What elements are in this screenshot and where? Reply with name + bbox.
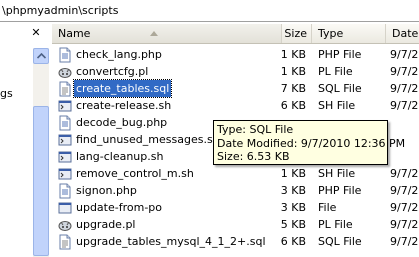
file-date: 9/7/20 [390, 167, 419, 180]
file-name: decode_bug.php [76, 116, 168, 129]
file-size: 1 KB [280, 65, 306, 78]
generic-file-icon [58, 202, 72, 214]
file-name: lang-cleanup.sh [76, 150, 164, 163]
type-column-header[interactable]: Type [312, 24, 386, 43]
address-path: \phpmyadmin\scripts [2, 4, 119, 17]
file-date: 9/7/20 [390, 48, 419, 61]
file-type: SQL File [318, 235, 362, 248]
sql-file-icon [59, 234, 71, 250]
file-name: find_unused_messages.sh [76, 133, 220, 146]
name-column-header[interactable]: Name [52, 24, 282, 43]
file-size: 7 KB [280, 82, 306, 95]
file-type: PHP File [318, 184, 362, 197]
file-type: SQL File [318, 82, 362, 95]
file-date: 9/7/20 [390, 65, 419, 78]
perl-file-icon [58, 68, 72, 78]
file-name: check_lang.php [76, 48, 162, 61]
file-size: 1 KB [280, 167, 306, 180]
sort-ascending-icon [150, 31, 158, 36]
tooltip-type: Type: SQL File [217, 123, 294, 136]
folders-scrollbar[interactable] [33, 48, 49, 257]
file-name: upgrade.pl [76, 218, 136, 231]
file-name: create_tables.sql [72, 79, 173, 98]
file-type: PL File [318, 65, 353, 78]
file-row[interactable]: update-from-po 3 KB File 9/7/20 [52, 199, 419, 216]
file-size: 5 KB [280, 218, 306, 231]
php-file-icon [59, 47, 71, 63]
date-column-header[interactable]: Date I [386, 24, 419, 43]
file-name: signon.php [76, 184, 137, 197]
file-size: 6 KB [280, 235, 306, 248]
tooltip-size: Size: 6.53 KB [217, 150, 290, 163]
file-size: 6 KB [280, 99, 306, 112]
file-date: 9/7/20 [390, 218, 419, 231]
file-date: 9/7/20 [390, 99, 419, 112]
file-date: 9/7/20 [390, 184, 419, 197]
file-size: 3 KB [280, 201, 306, 214]
sh-file-icon [58, 134, 72, 146]
file-date: 9/7/20 [390, 201, 419, 214]
file-row-selected[interactable]: create_tables.sql 7 KB SQL File 9/7/20 [52, 79, 419, 98]
scroll-thumb[interactable] [33, 106, 49, 256]
perl-file-icon [58, 221, 72, 231]
close-icon[interactable]: ✕ [30, 27, 42, 39]
column-header: Name Size Type Date I [52, 24, 419, 44]
file-row[interactable]: upgrade_tables_mysql_4_1_2+.sql 6 KB SQL… [52, 233, 419, 250]
file-row[interactable]: signon.php 3 KB PHP File 9/7/20 [52, 182, 419, 199]
sh-file-icon [58, 100, 72, 112]
tooltip-date-modified: Date Modified: 9/7/2010 12:36 PM [217, 136, 406, 150]
file-date: 9/7/20 [390, 235, 419, 248]
file-row[interactable]: upgrade.pl 5 KB PL File 9/7/20 [52, 216, 419, 233]
sql-file-icon [59, 81, 71, 97]
file-type: PHP File [318, 48, 362, 61]
chevron-up-icon [37, 53, 46, 59]
file-name: remove_control_m.sh [76, 167, 194, 180]
size-column-header[interactable]: Size [282, 24, 312, 43]
php-file-icon [59, 183, 71, 199]
php-file-icon [59, 115, 71, 131]
scroll-up-button[interactable] [33, 48, 49, 64]
name-column-label: Name [58, 27, 91, 40]
file-type: PL File [318, 218, 353, 231]
file-row[interactable]: convertcfg.pl 1 KB PL File 9/7/20 [52, 63, 419, 80]
file-type: SH File [318, 99, 356, 112]
file-type: SH File [318, 167, 356, 180]
file-name: create-release.sh [76, 99, 172, 112]
address-bar[interactable]: \phpmyadmin\scripts [0, 0, 419, 22]
folder-label-fragment: gs [0, 87, 13, 100]
file-info-tooltip: Type: SQL File Date Modified: 9/7/2010 1… [213, 120, 406, 165]
file-date: 9/7/20 [390, 82, 419, 95]
sh-file-icon [58, 168, 72, 180]
file-name: convertcfg.pl [76, 65, 149, 78]
file-row[interactable]: create-release.sh 6 KB SH File 9/7/20 [52, 97, 419, 114]
file-size: 1 KB [280, 48, 306, 61]
file-name: upgrade_tables_mysql_4_1_2+.sql [76, 235, 266, 248]
file-row[interactable]: check_lang.php 1 KB PHP File 9/7/20 [52, 46, 419, 63]
file-name: update-from-po [76, 201, 163, 214]
sh-file-icon [58, 151, 72, 163]
file-row[interactable]: remove_control_m.sh 1 KB SH File 9/7/20 [52, 165, 419, 182]
file-type: File [318, 201, 337, 214]
file-size: 3 KB [280, 184, 306, 197]
